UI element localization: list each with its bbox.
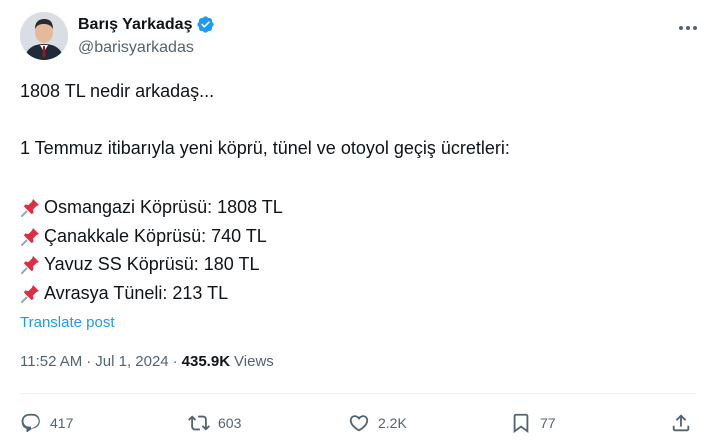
avatar[interactable] bbox=[20, 12, 68, 60]
bookmark-button[interactable]: 77 bbox=[510, 409, 556, 437]
views-count[interactable]: 435.9K bbox=[182, 353, 230, 370]
avatar-photo bbox=[20, 12, 68, 60]
item-text: Osmangazi Köprüsü: 1808 TL bbox=[44, 197, 283, 217]
more-dots-icon bbox=[679, 26, 697, 30]
reply-icon bbox=[21, 413, 40, 433]
divider bbox=[20, 393, 696, 394]
share-icon bbox=[672, 414, 690, 432]
tweet-time[interactable]: 11:52 AM bbox=[20, 353, 82, 370]
reply-count: 417 bbox=[50, 415, 74, 431]
tweet-list-item: Avrasya Tüneli: 213 TL bbox=[20, 281, 700, 305]
tweet-meta: 11:52 AM · Jul 1, 2024 · 435.9K Views bbox=[20, 353, 274, 370]
reply-button[interactable]: 417 bbox=[20, 409, 73, 437]
repost-icon bbox=[188, 415, 210, 431]
item-text: Çanakkale Köprüsü: 740 TL bbox=[44, 226, 267, 246]
repost-button[interactable]: 603 bbox=[188, 409, 241, 437]
repost-count: 603 bbox=[218, 415, 242, 431]
pushpin-icon bbox=[21, 285, 39, 303]
tweet-date[interactable]: Jul 1, 2024 bbox=[95, 353, 168, 370]
verified-badge-icon[interactable] bbox=[196, 15, 215, 34]
tweet-line-1: 1808 TL nedir arkadaş... bbox=[20, 81, 215, 101]
tweet-line-2: 1 Temmuz itibarıyla yeni köprü, tünel ve… bbox=[20, 138, 510, 158]
like-button[interactable]: 2.2K bbox=[348, 409, 407, 437]
views-label: Views bbox=[234, 353, 274, 370]
heart-icon bbox=[349, 415, 369, 432]
share-button[interactable] bbox=[670, 409, 692, 437]
action-bar: 417 603 2.2K 77 bbox=[20, 409, 696, 437]
bookmark-count: 77 bbox=[540, 415, 556, 431]
item-text: Yavuz SS Köprüsü: 180 TL bbox=[44, 254, 260, 274]
pushpin-icon bbox=[21, 256, 39, 274]
more-options-button[interactable] bbox=[676, 18, 700, 38]
pushpin-icon bbox=[21, 228, 39, 246]
author-handle[interactable]: @barisyarkadas bbox=[78, 39, 215, 57]
meta-separator: · bbox=[86, 353, 92, 370]
tweet-list-item: Yavuz SS Köprüsü: 180 TL bbox=[20, 252, 700, 276]
meta-separator: · bbox=[172, 353, 178, 370]
like-count: 2.2K bbox=[378, 415, 407, 431]
tweet-list-item: Çanakkale Köprüsü: 740 TL bbox=[20, 224, 700, 248]
author-name-row: Barış Yarkadaş bbox=[78, 14, 215, 35]
translate-post-link[interactable]: Translate post bbox=[20, 314, 115, 331]
pushpin-icon bbox=[21, 199, 39, 217]
bookmark-icon bbox=[513, 413, 529, 434]
item-text: Avrasya Tüneli: 213 TL bbox=[44, 283, 229, 303]
tweet-list-item: Osmangazi Köprüsü: 1808 TL bbox=[20, 195, 700, 219]
author-info: Barış Yarkadaş @barisyarkadas bbox=[78, 14, 215, 57]
author-name[interactable]: Barış Yarkadaş bbox=[78, 16, 192, 34]
